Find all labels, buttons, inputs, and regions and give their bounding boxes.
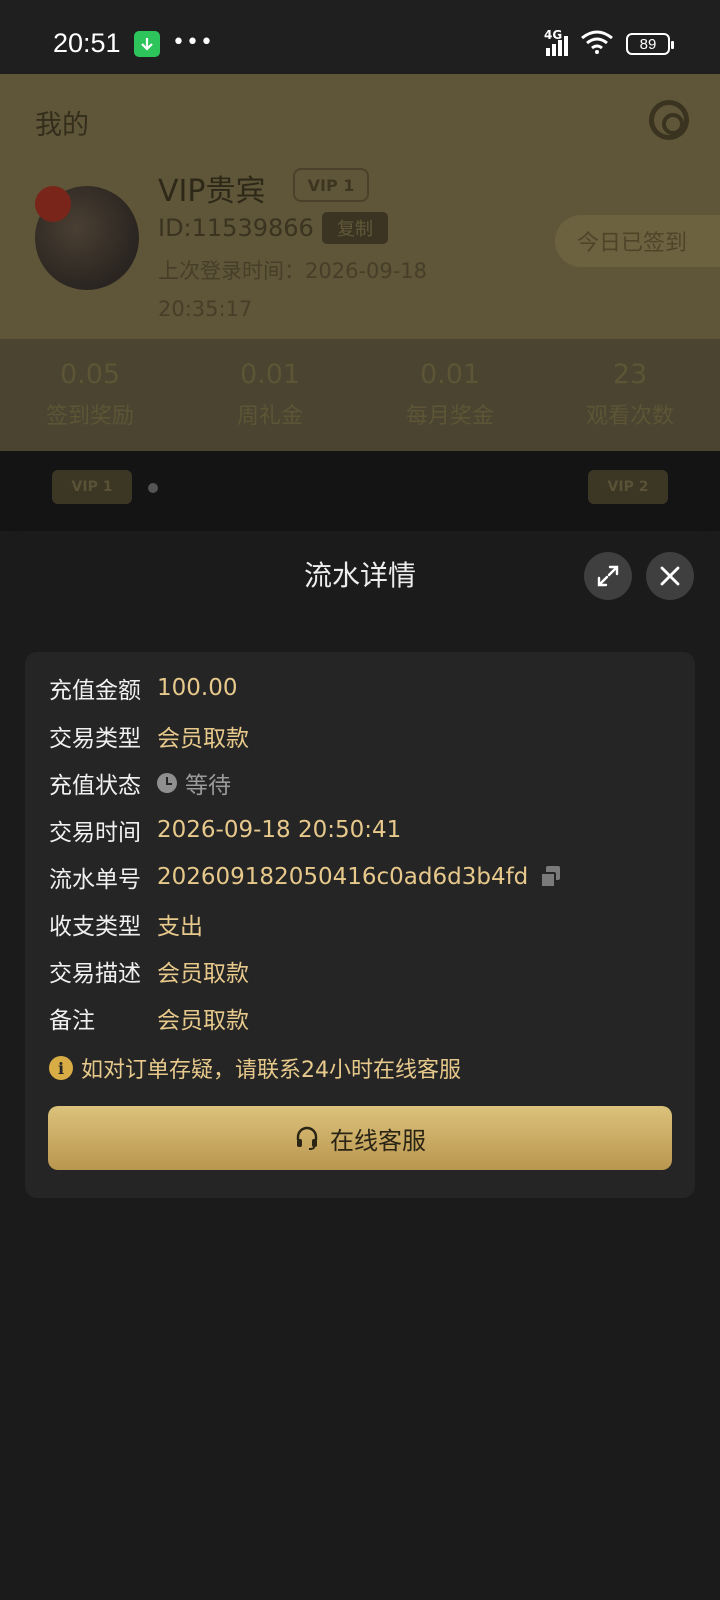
stat-value: 23	[612, 359, 648, 390]
copy-icon[interactable]	[540, 866, 562, 888]
last-login: 上次登录时间：2026-09-18 20:35:17	[158, 252, 478, 328]
expand-button[interactable]	[584, 552, 632, 600]
row-type: 交易类型 会员取款	[49, 718, 249, 754]
stats-bar: 0.05 签到奖励 0.01 周礼金 0.01 每月奖金 23 观看次数	[0, 339, 720, 451]
stat-value: 0.05	[59, 359, 121, 390]
expand-icon	[597, 565, 619, 587]
status-time: 20:51	[53, 28, 121, 58]
battery-indicator: 89	[626, 33, 674, 55]
info-icon: i	[49, 1056, 73, 1080]
row-label: 交易类型	[49, 726, 141, 752]
online-support-label: 在线客服	[330, 1126, 426, 1155]
order-number: 202609182050416c0ad6d3b4fd	[157, 864, 529, 890]
row-value: 2026-09-18 20:50:41	[157, 817, 402, 843]
stat-label: 观看次数	[585, 404, 674, 429]
more-notifications-icon: •••	[172, 30, 214, 55]
row-value-status: 等待	[157, 766, 231, 800]
row-order-number: 流水单号 202609182050416c0ad6d3b4fd	[49, 859, 562, 895]
wifi-icon	[580, 30, 614, 58]
status-bar: 20:51 ••• 4G 89	[0, 0, 720, 74]
headset-icon	[296, 1126, 318, 1150]
row-value-order: 202609182050416c0ad6d3b4fd	[157, 864, 562, 890]
row-status: 充值状态 等待	[49, 765, 231, 801]
row-label: 交易描述	[49, 961, 141, 987]
row-label: 收支类型	[49, 914, 141, 940]
vip-current-badge: VIP 1	[52, 470, 132, 504]
clock-icon	[157, 773, 177, 793]
close-icon	[660, 566, 680, 586]
row-label: 充值状态	[49, 773, 141, 799]
support-notice: i 如对订单存疑，请联系24小时在线客服	[49, 1052, 461, 1084]
status-text: 等待	[185, 773, 231, 799]
download-notification-icon	[134, 31, 160, 57]
stat-label: 周礼金	[236, 404, 303, 429]
last-login-label: 上次登录时间：	[158, 259, 305, 283]
row-amount: 充值金额 100.00	[49, 670, 237, 706]
stat-label: 签到奖励	[45, 404, 134, 429]
progress-dot	[148, 483, 158, 493]
row-value: 支出	[157, 914, 203, 940]
stat-value: 0.01	[239, 359, 301, 390]
checkin-button: 今日已签到	[555, 215, 720, 267]
close-button[interactable]	[646, 552, 694, 600]
row-time: 交易时间 2026-09-18 20:50:41	[49, 812, 401, 848]
stat-label: 每月奖金	[405, 404, 494, 429]
stat-item: 0.01 每月奖金	[360, 339, 540, 451]
row-description: 交易描述 会员取款	[49, 953, 249, 989]
settings-gear-icon	[649, 100, 689, 140]
notice-text: 如对订单存疑，请联系24小时在线客服	[81, 1058, 461, 1083]
stat-item: 0.05 签到奖励	[0, 339, 180, 451]
row-value: 会员取款	[157, 726, 249, 752]
vip-level-badge: VIP 1	[293, 168, 369, 202]
row-remark: 备注 会员取款	[49, 1000, 249, 1036]
username: VIP贵宾	[158, 174, 266, 209]
stat-item: 23 观看次数	[540, 339, 720, 451]
signal-icon: 4G	[544, 28, 568, 56]
row-label: 流水单号	[49, 867, 141, 893]
vip-next-badge: VIP 2	[588, 470, 668, 504]
copy-id-tag: 复制	[322, 212, 388, 244]
row-value: 100.00	[157, 675, 238, 701]
row-label: 交易时间	[49, 820, 141, 846]
page-title: 我的	[35, 110, 89, 141]
online-support-button[interactable]: 在线客服	[48, 1106, 672, 1170]
row-income-type: 收支类型 支出	[49, 906, 203, 942]
row-label: 备注	[49, 1008, 95, 1034]
stat-value: 0.01	[419, 359, 481, 390]
stat-item: 0.01 周礼金	[180, 339, 360, 451]
user-id: ID:11539866	[158, 214, 314, 242]
row-label: 充值金额	[49, 678, 141, 704]
transaction-detail-sheet: 流水详情 充值金额 100.00 交易类型 会员取款 充值状态 等待 交易时间 …	[0, 532, 720, 1600]
row-value: 会员取款	[157, 961, 249, 987]
row-value: 会员取款	[157, 1008, 249, 1034]
detail-card: 充值金额 100.00 交易类型 会员取款 充值状态 等待 交易时间 2026-…	[25, 652, 695, 1198]
flag-icon	[35, 186, 71, 222]
network-type: 4G	[544, 28, 563, 42]
